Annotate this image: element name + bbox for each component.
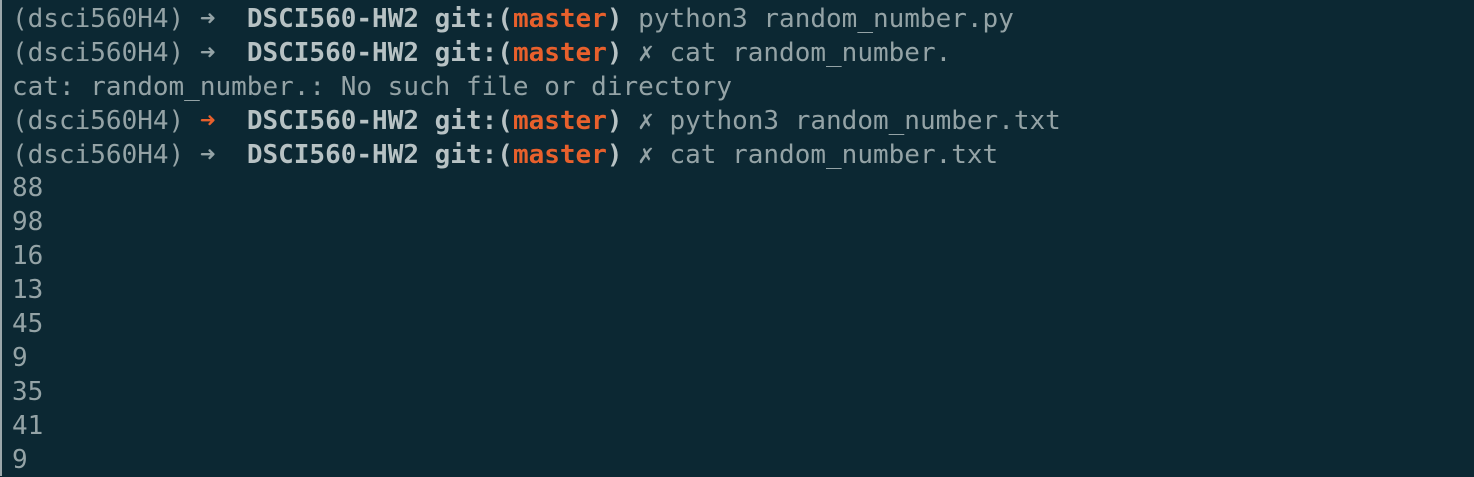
command-text: python3 random_number.py — [638, 4, 1014, 34]
git-label-open: git:( — [434, 105, 513, 136]
git-dirty-icon: ✗ — [638, 105, 654, 136]
command-text: python3 random_number.txt — [669, 105, 1061, 136]
git-label-open: git:( — [434, 37, 513, 68]
prompt-line: (dsci560H4) ➜ DSCI560-HW2 git:(master) ✗… — [12, 139, 1474, 173]
prompt-arrow-icon: ➜ — [199, 4, 216, 34]
output-number: 45 — [12, 309, 44, 340]
output-number: 16 — [12, 241, 44, 272]
conda-env-label: (dsci560H4) — [12, 37, 185, 68]
git-dirty-icon: ✗ — [638, 139, 654, 170]
output-line: 9 — [12, 342, 1474, 376]
git-label-close: ) — [606, 4, 623, 34]
output-number: 88 — [12, 173, 44, 204]
output-number: 41 — [12, 410, 44, 441]
output-line: 41 — [12, 410, 1474, 444]
error-output-line: cat: random_number.: No such file or dir… — [12, 71, 1474, 105]
output-number: 13 — [12, 275, 44, 306]
git-branch: master — [512, 139, 607, 170]
prompt-line: (dsci560H4) ➜ DSCI560-HW2 git:(master) ✗… — [12, 37, 1474, 71]
git-branch: master — [512, 4, 607, 34]
output-number: 35 — [12, 376, 44, 407]
output-number: 9 — [12, 444, 28, 475]
prompt-arrow-error-icon: ➜ — [199, 105, 216, 136]
git-label-close: ) — [606, 105, 623, 136]
current-directory: DSCI560-HW2 — [246, 37, 419, 68]
current-directory: DSCI560-HW2 — [246, 4, 419, 34]
git-label-close: ) — [606, 139, 623, 170]
output-line: 98 — [12, 206, 1474, 240]
error-message: cat: random_number.: No such file or dir… — [12, 71, 733, 102]
git-label-open: git:( — [434, 139, 513, 170]
git-label-open: git:( — [434, 4, 513, 34]
git-branch: master — [512, 37, 607, 68]
output-line: 88 — [12, 172, 1474, 206]
output-line: 35 — [12, 376, 1474, 410]
current-directory: DSCI560-HW2 — [246, 139, 419, 170]
output-line: 9 — [12, 444, 1474, 477]
prompt-arrow-icon: ➜ — [199, 139, 216, 170]
command-text: cat random_number. — [669, 37, 952, 68]
git-dirty-icon: ✗ — [638, 37, 654, 68]
output-line: 45 — [12, 308, 1474, 342]
terminal-window[interactable]: (dsci560H4) ➜ DSCI560-HW2 git:(master) p… — [0, 0, 1474, 476]
prompt-line: (dsci560H4) ➜ DSCI560-HW2 git:(master) p… — [12, 3, 1474, 37]
output-number: 9 — [12, 342, 28, 373]
conda-env-label: (dsci560H4) — [12, 139, 185, 170]
command-text: cat random_number.txt — [669, 139, 999, 170]
git-label-close: ) — [606, 37, 623, 68]
prompt-line: (dsci560H4) ➜ DSCI560-HW2 git:(master) ✗… — [12, 105, 1474, 139]
prompt-arrow-icon: ➜ — [199, 37, 216, 68]
output-line: 16 — [12, 240, 1474, 274]
conda-env-label: (dsci560H4) — [12, 105, 185, 136]
git-branch: master — [512, 105, 607, 136]
current-directory: DSCI560-HW2 — [246, 105, 419, 136]
output-number: 98 — [12, 207, 44, 238]
conda-env-label: (dsci560H4) — [12, 4, 185, 34]
output-line: 13 — [12, 274, 1474, 308]
